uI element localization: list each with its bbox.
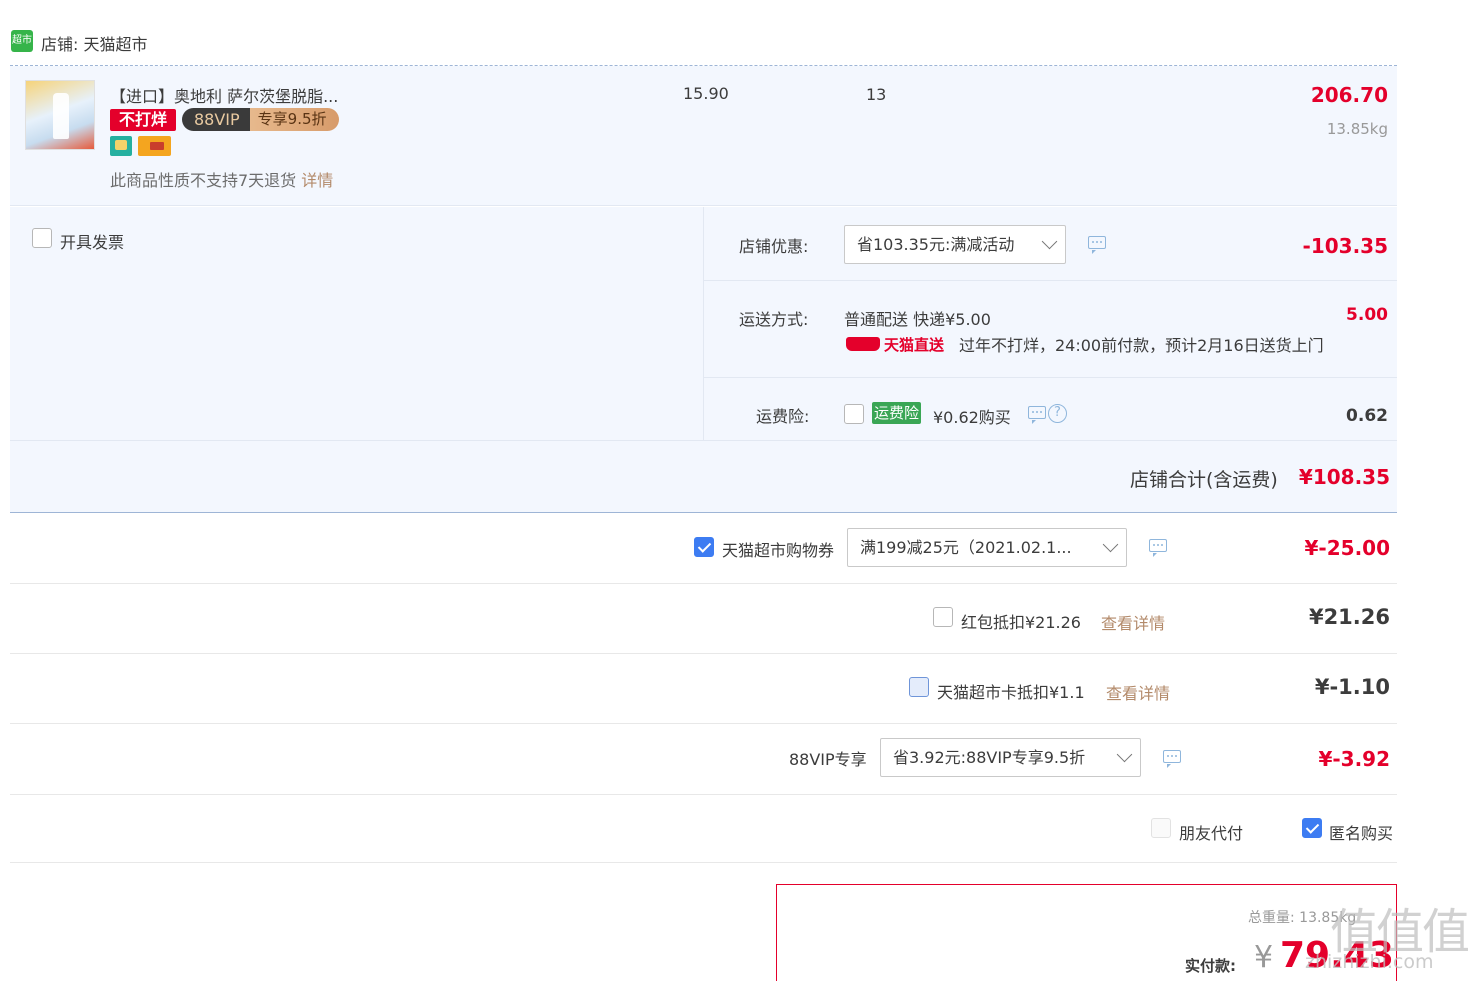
insurance-label: 运费险: xyxy=(756,407,810,426)
chevron-down-icon xyxy=(1041,233,1058,250)
insurance-checkbox[interactable] xyxy=(844,404,864,424)
unit-price: 15.90 xyxy=(683,84,729,103)
coupon-select[interactable]: 满199减25元（2021.02.1... xyxy=(847,528,1127,567)
coupon-checkbox[interactable] xyxy=(694,537,714,557)
shipping-amount: 5.00 xyxy=(1346,305,1388,325)
product-image[interactable] xyxy=(25,80,95,150)
invoice-checkbox[interactable] xyxy=(32,228,52,248)
chevron-down-icon xyxy=(1116,746,1133,763)
shop-discount-label: 店铺优惠: xyxy=(739,237,809,256)
divider xyxy=(10,583,1397,584)
vip-badge-discount: 专享9.5折 xyxy=(249,108,339,131)
shop-total-label: 店铺合计(含运费) xyxy=(1130,469,1278,491)
panel-row-divider-1 xyxy=(704,280,1397,281)
vip-badge-label: 88VIP xyxy=(182,108,250,131)
return-policy-link[interactable]: 详情 xyxy=(301,171,333,190)
quantity: 13 xyxy=(866,85,887,104)
pay-currency: ¥ xyxy=(1254,940,1274,975)
tmall-direct-brand: 天猫直送 xyxy=(884,336,945,354)
insurance-tag: 运费险 xyxy=(872,402,922,424)
help-icon[interactable]: ? xyxy=(1048,404,1067,423)
insurance-price: ¥0.62购买 xyxy=(933,408,1011,427)
chevron-down-icon xyxy=(1102,536,1119,553)
no-close-badge: 不打烊 xyxy=(110,109,176,131)
product-title[interactable]: 【进口】奥地利 萨尔茨堡脱脂... xyxy=(110,83,338,107)
anonymous-label: 匿名购买 xyxy=(1329,824,1394,843)
redpacket-amount: ¥21.26 xyxy=(1308,605,1390,629)
card-label: 天猫超市卡抵扣¥1.1 xyxy=(937,683,1085,702)
vip88-amount: ¥-3.92 xyxy=(1318,747,1390,771)
vip88-label: 88VIP专享 xyxy=(789,750,867,769)
vip88-selected: 省3.92元:88VIP专享9.5折 xyxy=(893,748,1086,767)
shop-total-amount: ¥108.35 xyxy=(1298,465,1390,489)
panel-row-divider-3 xyxy=(10,440,1397,441)
service-icon-card xyxy=(138,136,171,156)
friend-pay-checkbox[interactable] xyxy=(1151,818,1171,838)
vip-badge: 88VIP 专享9.5折 xyxy=(182,108,339,131)
shop-name[interactable]: 店铺: 天猫超市 xyxy=(41,31,147,55)
divider xyxy=(10,862,1397,863)
redpacket-checkbox[interactable] xyxy=(933,607,953,627)
product-bottle-shape xyxy=(53,93,69,139)
tmall-cat-icon xyxy=(846,337,880,351)
divider xyxy=(10,723,1397,724)
return-policy-text: 此商品性质不支持7天退货 xyxy=(110,171,297,190)
coupon-label: 天猫超市购物券 xyxy=(722,541,835,560)
service-icon-green xyxy=(110,136,132,156)
shipping-note: 过年不打烊，24:00前付款，预计2月16日送货上门 xyxy=(959,336,1324,355)
shop-discount-selected: 省103.35元:满减活动 xyxy=(857,235,1015,254)
coupon-selected: 满199减25元（2021.02.1... xyxy=(860,538,1072,557)
return-policy-note: 此商品性质不支持7天退货 详情 xyxy=(110,167,333,191)
item-weight: 13.85kg xyxy=(1326,120,1388,138)
shop-discount-select[interactable]: 省103.35元:满减活动 xyxy=(844,225,1066,264)
shop-discount-amount: -103.35 xyxy=(1302,234,1388,258)
chat-icon[interactable] xyxy=(1163,750,1181,768)
insurance-amount: 0.62 xyxy=(1346,406,1388,426)
total-weight-label: 总重量: xyxy=(1248,910,1295,926)
shipping-label: 运送方式: xyxy=(739,310,809,329)
chat-icon[interactable] xyxy=(1028,406,1046,424)
card-amount: ¥-1.10 xyxy=(1314,675,1390,699)
pay-label: 实付款: xyxy=(1185,957,1236,975)
panel-row-divider-2 xyxy=(704,377,1397,378)
divider xyxy=(10,653,1397,654)
shipping-method: 普通配送 快递¥5.00 xyxy=(844,310,991,329)
divider xyxy=(10,794,1397,795)
coupon-amount: ¥-25.00 xyxy=(1304,536,1390,560)
item-subtotal: 206.70 xyxy=(1310,83,1388,107)
invoice-label: 开具发票 xyxy=(60,233,125,252)
chat-icon[interactable] xyxy=(1149,539,1167,557)
shop-logo-icon: 超市 xyxy=(11,30,33,52)
card-checkbox[interactable] xyxy=(909,677,929,697)
vip88-select[interactable]: 省3.92元:88VIP专享9.5折 xyxy=(880,738,1141,777)
chat-icon[interactable] xyxy=(1088,236,1106,254)
friend-pay-label: 朋友代付 xyxy=(1179,824,1244,843)
watermark-site: zhizhizhi.com xyxy=(1305,951,1434,973)
anonymous-checkbox[interactable] xyxy=(1302,818,1322,838)
redpacket-label: 红包抵扣¥21.26 xyxy=(961,613,1081,632)
redpacket-detail-link[interactable]: 查看详情 xyxy=(1101,610,1165,634)
panel-vertical-divider xyxy=(703,207,704,440)
card-detail-link[interactable]: 查看详情 xyxy=(1106,680,1170,704)
